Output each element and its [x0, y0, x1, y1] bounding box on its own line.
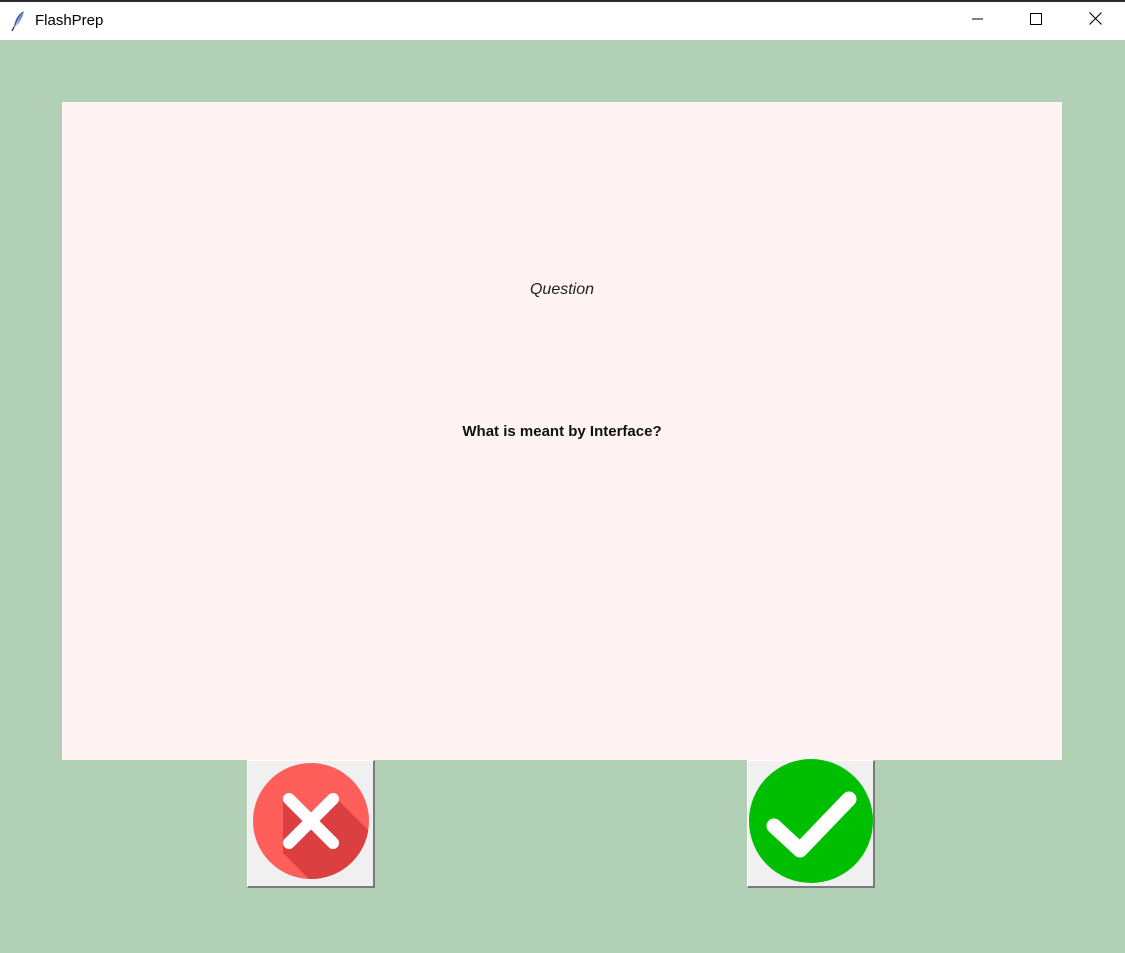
- wrong-button[interactable]: [247, 760, 375, 888]
- card-question-text: What is meant by Interface?: [462, 423, 662, 440]
- app-window: FlashPrep Question What is meant by Inte…: [0, 0, 1125, 953]
- correct-button[interactable]: [747, 758, 875, 889]
- minimize-icon: [972, 12, 984, 30]
- close-icon: [1088, 12, 1102, 30]
- maximize-button[interactable]: [1007, 2, 1065, 40]
- minimize-button[interactable]: [949, 2, 1007, 40]
- maximize-icon: [1030, 12, 1042, 30]
- window-title: FlashPrep: [35, 12, 104, 29]
- cross-icon: [251, 761, 371, 886]
- check-icon: [748, 758, 874, 889]
- card-side-label: Question: [529, 281, 595, 298]
- flashcard[interactable]: Question What is meant by Interface?: [62, 102, 1062, 760]
- close-button[interactable]: [1066, 2, 1124, 40]
- title-bar: FlashPrep: [0, 0, 1125, 40]
- feather-icon: [11, 10, 27, 32]
